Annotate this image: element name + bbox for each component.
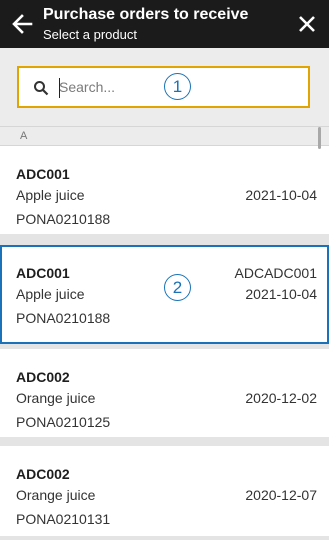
search-area: 1 [0, 48, 329, 126]
arrow-left-icon [12, 14, 33, 34]
item-po-number: PONA0210125 [16, 414, 111, 430]
callout-badge-2: 2 [164, 274, 191, 301]
item-product: Orange juice [16, 390, 96, 406]
item-code: ADC001 [16, 166, 70, 182]
item-po-number: PONA0210188 [16, 211, 111, 227]
product-list: ADC001 Apple juice 2021-10-04 PONA021018… [0, 146, 329, 540]
close-button[interactable] [293, 10, 321, 38]
app-header: Purchase orders to receive Select a prod… [0, 0, 329, 48]
item-code: ADC002 [16, 466, 70, 482]
text-caret [59, 78, 60, 98]
scrollbar[interactable] [318, 127, 321, 149]
item-date: 2021-10-04 [245, 187, 317, 203]
item-date: 2020-12-02 [245, 390, 317, 406]
callout-badge-1: 1 [164, 73, 191, 100]
item-product: Apple juice [16, 187, 85, 203]
search-icon [34, 81, 49, 96]
item-variant: ADCADC001 [234, 265, 317, 281]
item-po-number: PONA0210188 [16, 310, 111, 326]
page-subtitle: Select a product [43, 27, 137, 42]
item-po-number: PONA0210131 [16, 511, 111, 527]
item-date: 2021-10-04 [245, 286, 317, 302]
list-item[interactable]: ADC002 Orange juice 2020-12-02 PONA02101… [0, 349, 329, 437]
section-letter: A [20, 130, 28, 142]
page-title: Purchase orders to receive [43, 6, 249, 23]
list-item[interactable]: ADC001 Apple juice 2021-10-04 PONA021018… [0, 146, 329, 234]
list-item-selected[interactable]: ADC001 ADCADC001 Apple juice 2021-10-04 … [0, 245, 329, 344]
back-button[interactable] [8, 10, 36, 38]
list-item[interactable]: ADC002 Orange juice 2020-12-07 PONA02101… [0, 446, 329, 536]
item-code: ADC001 [16, 265, 70, 281]
close-icon [299, 16, 315, 32]
item-product: Orange juice [16, 487, 96, 503]
item-date: 2020-12-07 [245, 487, 317, 503]
item-product: Apple juice [16, 286, 85, 302]
search-field[interactable]: 1 [17, 66, 310, 108]
item-code: ADC002 [16, 369, 70, 385]
section-header: A [0, 126, 329, 146]
